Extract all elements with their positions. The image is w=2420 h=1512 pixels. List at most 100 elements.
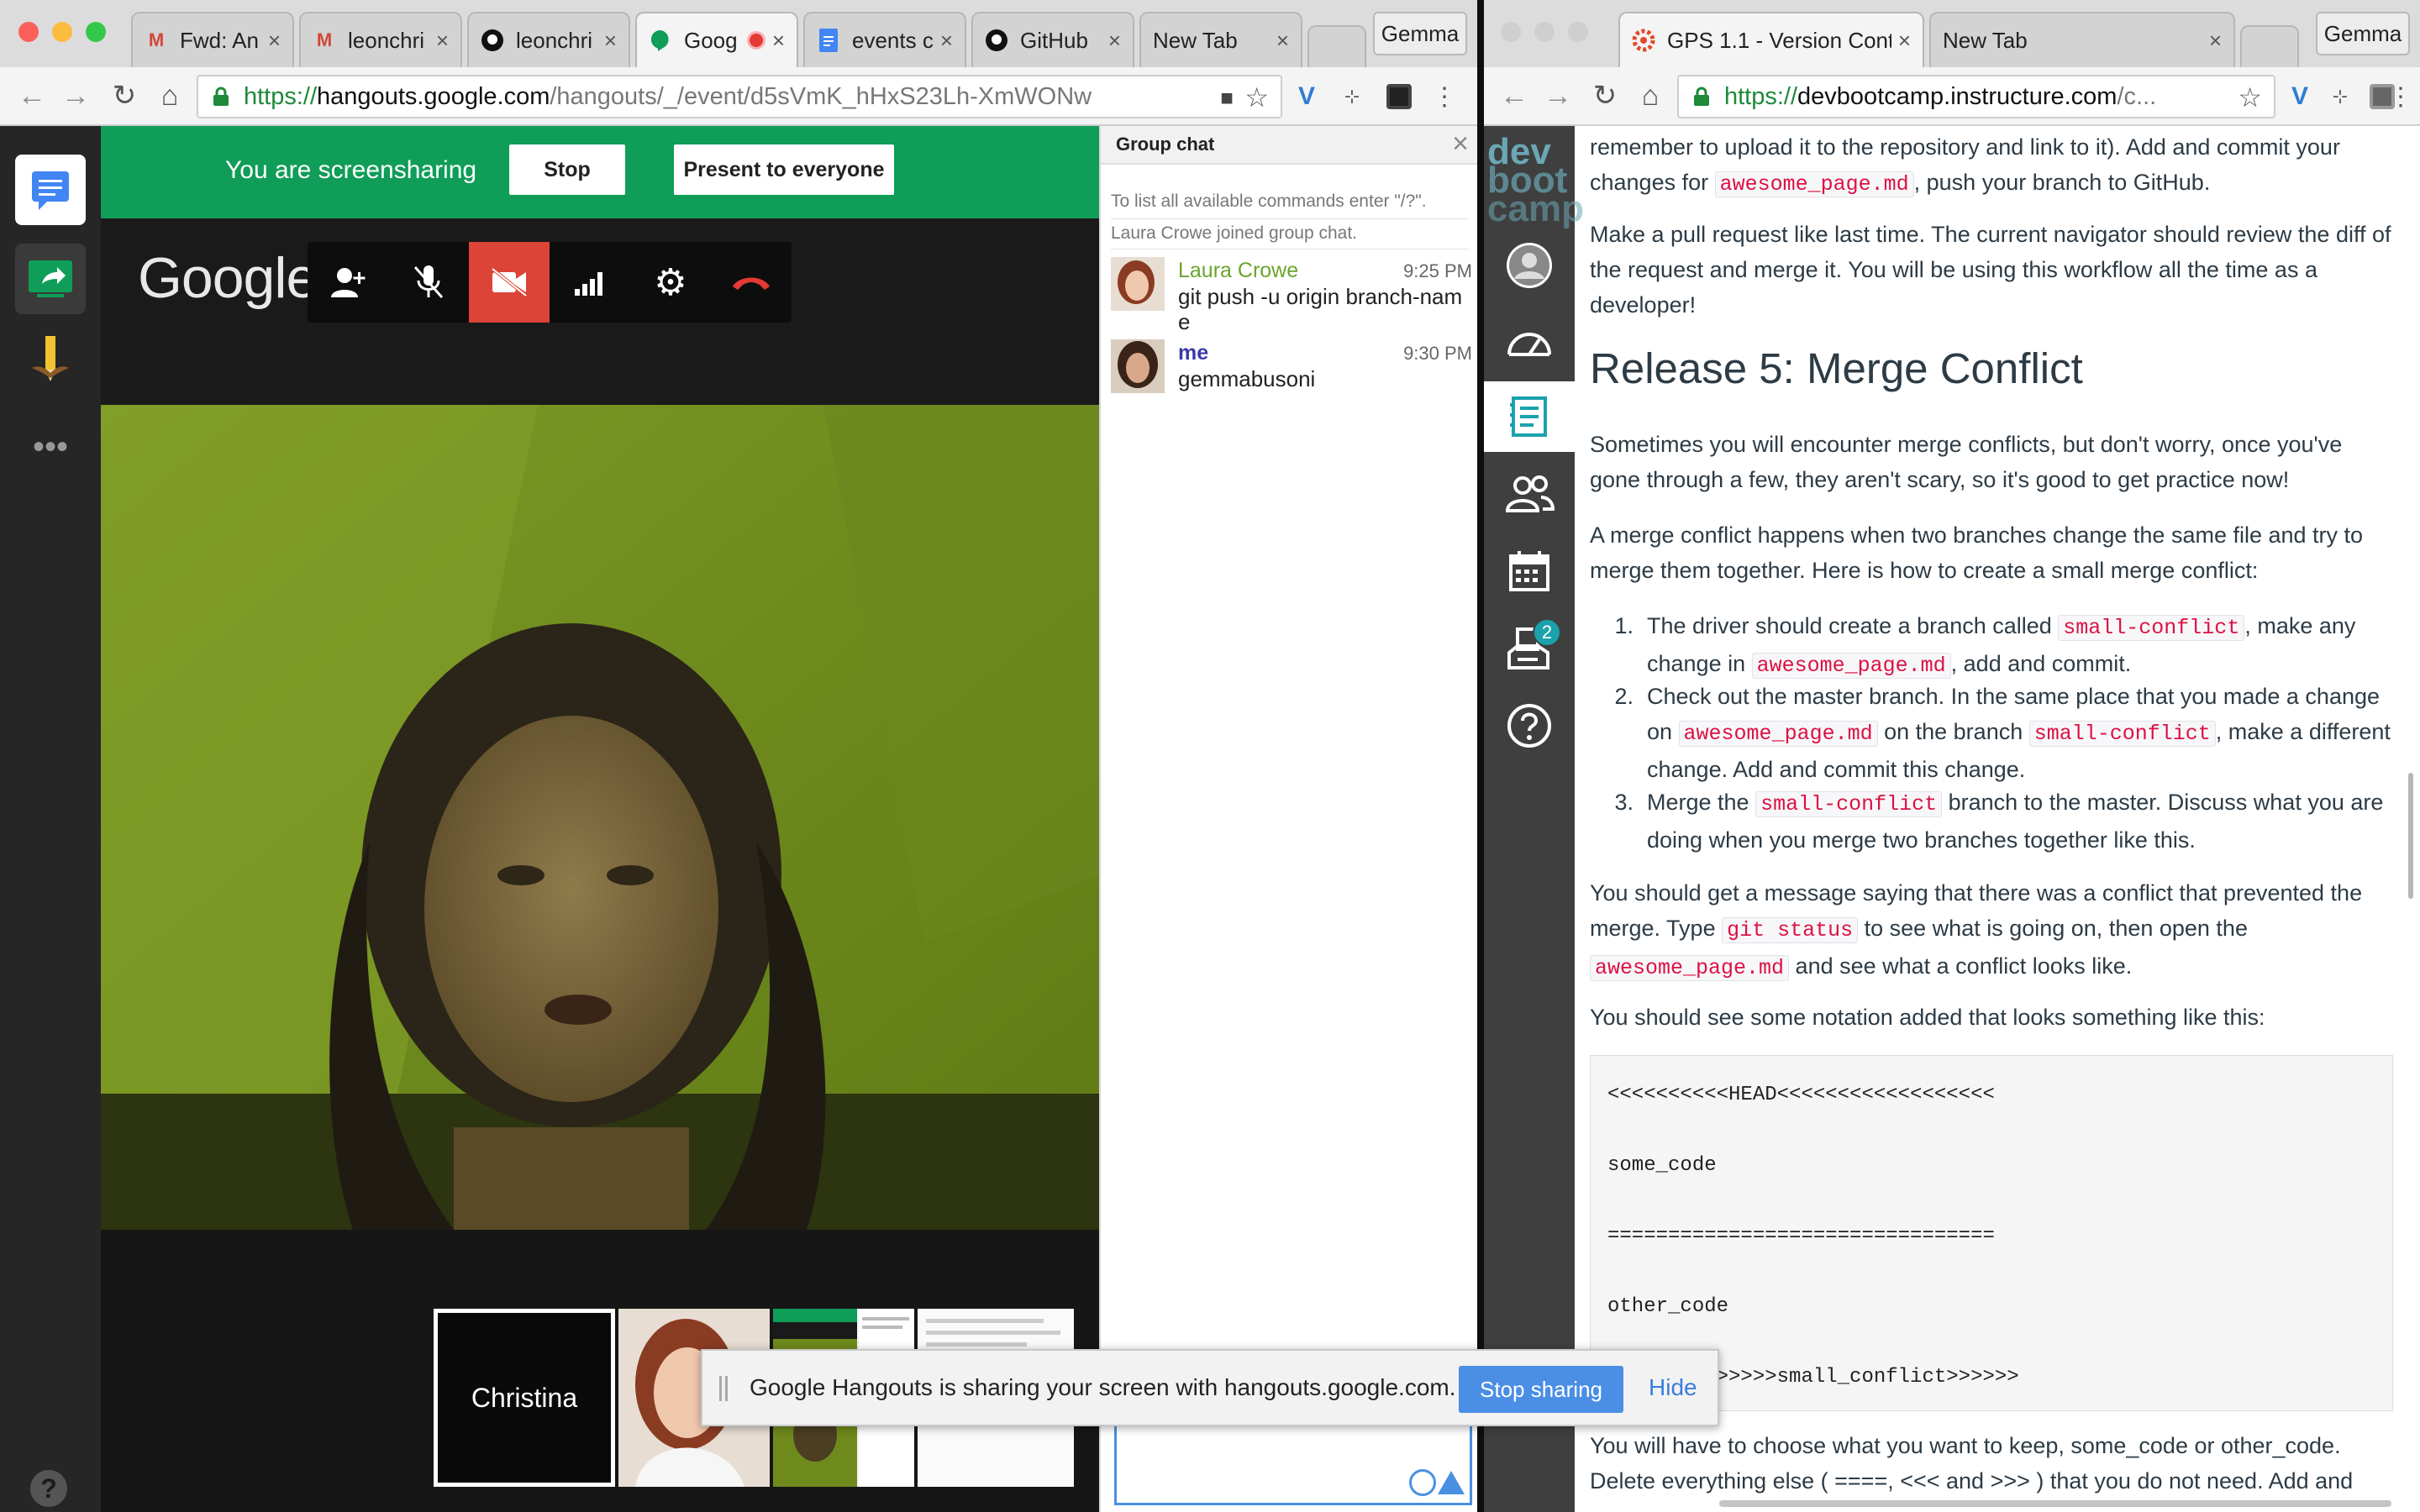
gmail-icon: M — [316, 29, 333, 50]
tab-docs-events[interactable]: events c × — [803, 12, 966, 67]
nav-dashboard[interactable] — [1484, 306, 1575, 376]
tab-github[interactable]: GitHub × — [971, 12, 1134, 67]
bandwidth-button[interactable] — [550, 242, 630, 323]
nav-help[interactable] — [1484, 690, 1575, 761]
extension-record-icon[interactable] — [1383, 81, 1415, 113]
close-tab-icon[interactable]: × — [1108, 28, 1121, 54]
nav-calendar[interactable] — [1484, 536, 1575, 606]
hang-up-button[interactable] — [711, 242, 792, 323]
nav-groups[interactable] — [1484, 459, 1575, 529]
reload-icon[interactable]: ↻ — [108, 79, 141, 113]
inline-code: small-conflict — [2028, 721, 2216, 747]
screenshare-button[interactable] — [15, 244, 86, 314]
hangouts-icon — [649, 29, 672, 52]
new-tab-button[interactable] — [2240, 25, 2299, 67]
forward-icon[interactable]: → — [1541, 79, 1575, 113]
paragraph: remember to upload it to the repository … — [1590, 134, 2340, 197]
participant-thumbnail-christina[interactable]: Christina — [434, 1309, 615, 1487]
lock-icon — [1694, 87, 1709, 106]
devbootcamp-logo[interactable]: dev boot camp — [1484, 134, 1584, 228]
chat-sender-name: me — [1178, 341, 1209, 365]
nav-courses[interactable] — [1484, 381, 1575, 452]
chat-icon — [32, 171, 69, 210]
home-icon[interactable]: ⌂ — [1634, 79, 1667, 113]
more-apps-button[interactable]: ••• — [15, 412, 86, 482]
stop-sharing-button[interactable]: Stop sharing — [1459, 1366, 1623, 1413]
close-tab-icon[interactable]: × — [1276, 28, 1289, 54]
stop-screenshare-button[interactable]: Stop — [509, 144, 625, 195]
drive-icon[interactable] — [1438, 1471, 1465, 1494]
extension-grid-icon[interactable]: ⊹ — [2324, 81, 2356, 113]
tab-gmail-leonchri[interactable]: M leonchri × — [299, 12, 462, 67]
settings-button[interactable]: ⚙ — [630, 242, 711, 323]
browser-window-right: GPS 1.1 - Version Cont × New Tab × Gemma ←… — [1484, 0, 2420, 1512]
divider — [1111, 218, 1469, 219]
group-chat-panel: Group chat × To list all available comma… — [1099, 126, 1477, 1512]
chat-message-text: git push -u origin branch-name — [1178, 284, 1463, 334]
close-tab-icon[interactable]: × — [940, 28, 953, 54]
close-window-button[interactable] — [18, 22, 39, 42]
present-to-everyone-button[interactable]: Present to everyone — [674, 144, 894, 195]
close-window-button[interactable] — [1501, 22, 1521, 42]
bookmark-star-icon[interactable]: ☆ — [2238, 81, 2262, 113]
camera-icon[interactable]: ■ — [1220, 85, 1234, 111]
menu-icon[interactable]: ⋮ — [2385, 81, 2417, 113]
tab-github-leonchri[interactable]: leonchri × — [467, 12, 630, 67]
tab-new-tab[interactable]: New Tab × — [1929, 12, 2235, 67]
profile-button[interactable]: Gemma — [2316, 12, 2410, 55]
minimize-window-button[interactable] — [1534, 22, 1555, 42]
zoom-window-button[interactable] — [1568, 22, 1588, 42]
close-tab-icon[interactable]: × — [2209, 28, 2222, 54]
nav-account[interactable] — [1484, 230, 1575, 301]
forward-icon[interactable]: → — [59, 79, 92, 113]
emoji-icon[interactable] — [1409, 1469, 1436, 1496]
extension-grid-icon[interactable]: ⊹ — [1336, 81, 1368, 113]
browser-toolbar: ← → ↻ ⌂ https://devbootcamp.instructure.… — [1484, 67, 2420, 126]
tab-new-tab[interactable]: New Tab × — [1139, 12, 1302, 67]
pencil-app-icon — [32, 336, 69, 381]
extension-vue-icon[interactable]: V — [2284, 81, 2316, 113]
app-pencil-button[interactable] — [15, 324, 86, 395]
address-bar[interactable]: https://hangouts.google.com/hangouts/_/e… — [197, 75, 1282, 118]
back-icon[interactable]: ← — [1497, 79, 1531, 113]
hide-notification-link[interactable]: Hide — [1649, 1374, 1697, 1401]
tab-gmail-fwd[interactable]: M Fwd: An × — [131, 12, 294, 67]
close-tab-icon[interactable]: × — [604, 28, 617, 54]
close-tab-icon[interactable]: × — [268, 28, 281, 54]
back-icon[interactable]: ← — [15, 79, 49, 113]
chat-toggle-button[interactable] — [15, 155, 86, 225]
menu-icon[interactable]: ⋮ — [1428, 81, 1460, 113]
close-tab-icon[interactable]: × — [772, 28, 785, 54]
screen-share-notification: Google Hangouts is sharing your screen w… — [701, 1349, 1719, 1426]
horizontal-scrollbar[interactable] — [1719, 1500, 2391, 1507]
new-tab-button[interactable] — [1307, 25, 1366, 67]
inline-code: awesome_page.md — [1678, 721, 1878, 747]
main-video-feed — [101, 405, 1099, 1230]
tab-strip: GPS 1.1 - Version Cont × New Tab × Gemma — [1484, 0, 2420, 67]
help-icon[interactable]: ? — [30, 1470, 67, 1507]
avatar — [1111, 339, 1165, 393]
home-icon[interactable]: ⌂ — [153, 79, 187, 113]
bookmark-star-icon[interactable]: ☆ — [1244, 81, 1269, 113]
minimize-window-button[interactable] — [52, 22, 72, 42]
address-bar[interactable]: https://devbootcamp.instructure.com/c...… — [1677, 75, 2275, 118]
invite-people-button[interactable] — [308, 242, 388, 323]
zoom-window-button[interactable] — [86, 22, 106, 42]
vertical-scrollbar[interactable] — [2408, 773, 2413, 899]
drag-handle-icon[interactable] — [719, 1376, 728, 1401]
toggle-camera-button[interactable] — [469, 242, 550, 323]
inline-code: awesome_page.md — [1590, 955, 1790, 981]
mute-mic-button[interactable] — [388, 242, 469, 323]
screenshare-banner: You are screensharing Stop Present to ev… — [101, 126, 1099, 218]
profile-button[interactable]: Gemma — [1373, 12, 1467, 55]
extension-vue-icon[interactable]: V — [1291, 81, 1323, 113]
close-tab-icon[interactable]: × — [436, 28, 449, 54]
close-chat-icon[interactable]: × — [1452, 128, 1469, 160]
close-tab-icon[interactable]: × — [1898, 28, 1911, 54]
tab-hangouts[interactable]: Goog × — [635, 12, 798, 67]
nav-inbox[interactable]: 2 — [1484, 613, 1575, 684]
tab-strip: M Fwd: An × M leonchri × leonchri × Goog × … — [0, 0, 1477, 67]
tab-canvas-gps[interactable]: GPS 1.1 - Version Cont × — [1618, 12, 1924, 67]
reload-icon[interactable]: ↻ — [1588, 79, 1622, 113]
canvas-global-nav: dev boot camp 2 — [1484, 126, 1584, 1512]
